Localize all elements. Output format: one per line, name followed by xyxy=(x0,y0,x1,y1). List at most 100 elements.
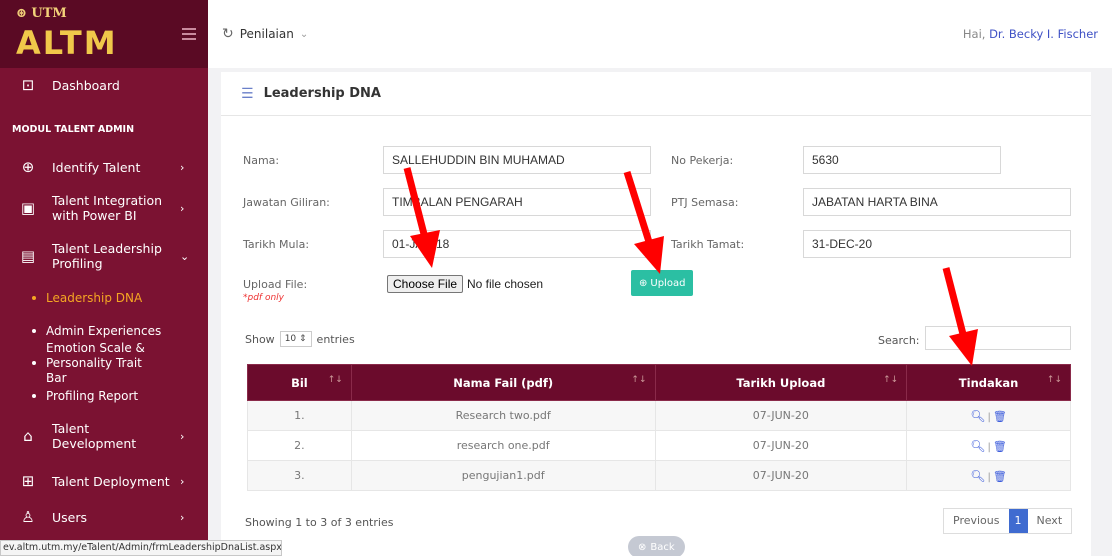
grid-icon: ⊞ xyxy=(21,472,35,490)
ptj-label: PTJ Semasa: xyxy=(671,196,739,209)
sidebar-item-label: Talent Development xyxy=(52,421,137,451)
sort-icon: ↑↓ xyxy=(1046,375,1062,385)
cell-bil: 2. xyxy=(247,430,352,461)
user-name-link[interactable]: Dr. Becky I. Fischer xyxy=(989,27,1098,41)
sidebar-item-talent-deployment[interactable]: ⊞ Talent Deployment › xyxy=(0,470,208,492)
entries-label: entries xyxy=(316,332,355,346)
chevron-right-icon: › xyxy=(180,201,185,215)
cell-bil: 1. xyxy=(247,400,352,431)
column-header-tarikh-upload[interactable]: Tarikh Upload ↑↓ xyxy=(654,364,908,401)
sidebar-subitem-label: Leadership DNA xyxy=(46,290,143,305)
jawatan-field[interactable]: TIMBALAN PENGARAH xyxy=(383,188,651,216)
sidebar-item-users[interactable]: ♙ Users › xyxy=(0,506,208,528)
pagination-previous[interactable]: Previous xyxy=(944,509,1009,533)
sidebar-subitem-admin-experiences[interactable]: Admin Experiences xyxy=(0,323,208,339)
pagination-page-1[interactable]: 1 xyxy=(1008,509,1028,533)
sidebar-subitem-profiling-report[interactable]: Profiling Report xyxy=(0,388,208,404)
column-header-bil[interactable]: Bil ↑↓ xyxy=(247,364,352,401)
choose-file-button[interactable]: Choose File xyxy=(387,275,464,293)
column-header-label: Nama Fail (pdf) xyxy=(453,375,554,390)
sidebar-item-talent-development[interactable]: ⌂ Talent Development › xyxy=(0,420,208,452)
sidebar-subitem-emotion-scale[interactable]: Emotion Scale & Personality Trait Bar xyxy=(0,341,208,385)
chevron-right-icon: › xyxy=(180,510,185,524)
brand-header: ⊛ UTM ALTM xyxy=(0,0,208,68)
upload-button[interactable]: ⊕ Upload xyxy=(631,270,694,296)
cell-file-name: Research two.pdf xyxy=(350,400,656,431)
entries-select[interactable]: 10 ⇕ xyxy=(279,331,312,347)
show-label: Show xyxy=(245,332,275,346)
search-icon[interactable]: 🔍︎ xyxy=(970,409,985,423)
back-button[interactable]: ⊗ Back xyxy=(628,536,685,556)
trash-icon[interactable]: 🗑︎ xyxy=(993,470,1007,483)
jawatan-label: Jawatan Giliran: xyxy=(243,196,330,209)
penilaian-menu[interactable]: ↻ Penilaian ⌄ xyxy=(222,26,308,42)
sort-icon: ↑↓ xyxy=(883,375,899,385)
chevron-right-icon: › xyxy=(180,429,185,443)
trash-icon[interactable]: 🗑︎ xyxy=(993,410,1007,423)
trash-icon[interactable]: 🗑︎ xyxy=(993,440,1007,453)
column-header-tindakan[interactable]: Tindakan ↑↓ xyxy=(906,364,1071,401)
document-icon: ▤ xyxy=(20,247,36,265)
sort-icon: ↑↓ xyxy=(631,375,647,385)
sidebar-item-label: Users xyxy=(52,509,88,525)
bullet-icon xyxy=(32,394,36,398)
user-greeting: Hai, Dr. Becky I. Fischer xyxy=(963,27,1098,41)
altm-logo[interactable]: ALTM xyxy=(16,24,118,62)
search-input[interactable] xyxy=(925,326,1071,350)
tarikh-mula-field[interactable]: 01-JAN-18 xyxy=(383,230,651,258)
sidebar-item-label: Dashboard xyxy=(52,77,120,93)
nama-label: Nama: xyxy=(243,154,280,167)
upload-button-label: Upload xyxy=(650,277,686,289)
tarikh-tamat-field[interactable]: 31-DEC-20 xyxy=(803,230,1071,258)
cell-bil: 3. xyxy=(247,460,352,491)
pagination-next[interactable]: Next xyxy=(1028,509,1072,533)
chevron-down-icon: ⌄ xyxy=(299,28,309,40)
cell-date: 07-JUN-20 xyxy=(654,460,908,491)
sidebar-item-label: Talent Leadership Profiling xyxy=(52,241,162,271)
separator: | xyxy=(987,471,991,483)
sort-icon: ↑↓ xyxy=(327,375,343,385)
entries-length-control: Show 10 ⇕ entries xyxy=(245,331,355,347)
status-bar-url: ev.altm.utm.my/eTalent/Admin/frmLeadersh… xyxy=(0,540,282,556)
search-icon[interactable]: 🔍︎ xyxy=(970,439,985,453)
cell-actions: 🔍︎ | 🗑︎ xyxy=(906,400,1071,431)
sidebar-subitem-leadership-dna[interactable]: Leadership DNA xyxy=(0,290,208,306)
list-icon: ☰ xyxy=(241,85,254,102)
table-row: 1. Research two.pdf 07-JUN-20 🔍︎ | 🗑︎ xyxy=(247,400,1071,431)
sidebar-subitem-label: Profiling Report xyxy=(46,388,139,403)
sidebar-item-identify-talent[interactable]: ⊕ Identify Talent › xyxy=(0,156,208,178)
sidebar-item-dashboard[interactable]: ⊡ Dashboard xyxy=(0,74,208,96)
sidebar-item-label: Talent Integration with Power BI xyxy=(52,193,163,223)
table-header-row: Bil ↑↓ Nama Fail (pdf) ↑↓ Tarikh Upload ↑↓ … xyxy=(247,364,1071,401)
sidebar: ⊛ UTM ALTM ⊡ Dashboard MODUL TALENT ADMI… xyxy=(0,0,208,556)
utm-logo-text: UTM xyxy=(31,6,67,21)
no-pekerja-field[interactable]: 5630 xyxy=(803,146,1001,174)
cell-date: 07-JUN-20 xyxy=(654,400,908,431)
cell-date: 07-JUN-20 xyxy=(654,430,908,461)
close-circle-icon: ⊗ xyxy=(638,541,647,553)
sidebar-item-talent-leadership-profiling[interactable]: ▤ Talent Leadership Profiling ⌄ xyxy=(0,240,208,272)
entries-select-value: 10 xyxy=(284,334,297,344)
bell-icon: ⌂ xyxy=(23,427,33,445)
column-header-nama-fail[interactable]: Nama Fail (pdf) ↑↓ xyxy=(350,364,656,401)
chevron-right-icon: › xyxy=(180,474,185,488)
cell-actions: 🔍︎ | 🗑︎ xyxy=(906,460,1071,491)
plus-circle-icon: ⊕ xyxy=(639,277,648,289)
hamburger-menu-icon[interactable] xyxy=(182,28,196,43)
page-title: Leadership DNA xyxy=(263,86,381,101)
penilaian-menu-label: Penilaian xyxy=(239,27,294,41)
pagination: Previous 1 Next xyxy=(943,508,1073,534)
back-button-label: Back xyxy=(650,541,675,553)
column-header-label: Tindakan xyxy=(958,375,1019,390)
tarikh-mula-label: Tarikh Mula: xyxy=(243,238,310,251)
search-icon[interactable]: 🔍︎ xyxy=(970,469,985,483)
users-icon: ♙ xyxy=(21,508,35,526)
nama-field[interactable]: SALLEHUDDIN BIN MUHAMAD xyxy=(383,146,651,174)
ptj-field[interactable]: JABATAN HARTA BINA xyxy=(803,188,1071,216)
chevron-right-icon: › xyxy=(180,160,185,174)
table-row: 3. pengujian1.pdf 07-JUN-20 🔍︎ | 🗑︎ xyxy=(247,460,1071,491)
sidebar-item-talent-integration[interactable]: ▣ Talent Integration with Power BI › xyxy=(0,192,208,224)
table-row: 2. research one.pdf 07-JUN-20 🔍︎ | 🗑︎ xyxy=(247,430,1071,461)
no-file-chosen-text: No file chosen xyxy=(467,277,544,291)
column-header-label: Tarikh Upload xyxy=(736,375,826,390)
